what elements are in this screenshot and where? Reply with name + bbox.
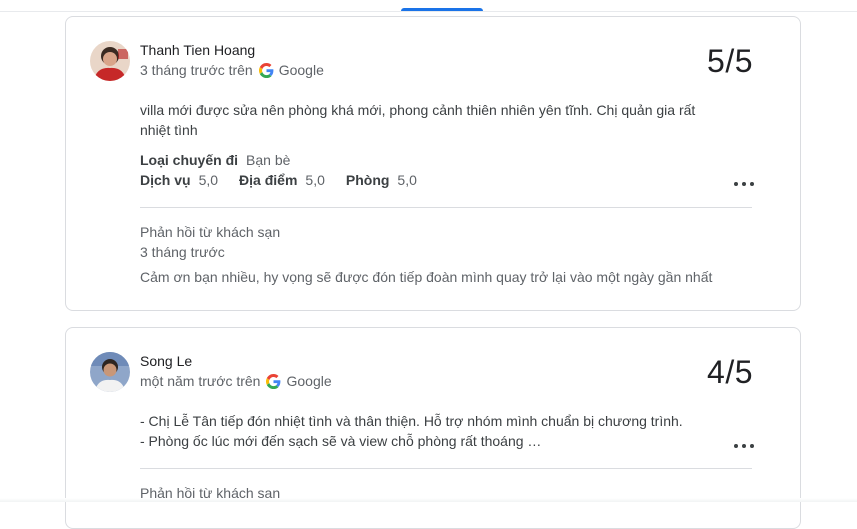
reviewer-name[interactable]: Song Le	[140, 353, 192, 369]
divider	[140, 207, 752, 208]
rating-value: 5,0	[397, 172, 417, 188]
more-horiz-icon[interactable]	[734, 443, 754, 449]
review-meta: một năm trước trên Google	[140, 373, 332, 389]
review-text-line: - Phòng ốc lúc mới đến sạch sẽ và view c…	[140, 433, 542, 449]
review-text-line: - Chị Lễ Tân tiếp đón nhiệt tình và thân…	[140, 413, 683, 429]
sub-ratings: Dịch vụ 5,0 Địa điểm 5,0 Phòng 5,0	[140, 170, 438, 190]
rating-label: Địa điểm	[239, 172, 298, 188]
review-time: 3 tháng trước trên	[140, 62, 253, 78]
rating-value: 5,0	[305, 172, 325, 188]
rating-label: Dịch vụ	[140, 172, 191, 188]
trip-type: Loại chuyến đi Bạn bè	[140, 150, 290, 170]
avatar[interactable]	[90, 41, 130, 81]
review-score: 5/5	[707, 43, 753, 79]
response-time: 3 tháng trước	[140, 244, 225, 260]
review-source: Google	[278, 62, 324, 78]
review-time: một năm trước trên	[140, 373, 261, 389]
active-tab-indicator	[401, 8, 483, 11]
rating-label: Phòng	[345, 172, 390, 188]
review-text: villa mới được sửa nên phòng khá mới, ph…	[140, 102, 696, 138]
review-score: 4/5	[707, 354, 753, 390]
review-card: Thanh Tien Hoang 3 tháng trước trên Goog…	[65, 16, 801, 311]
reviewer-name[interactable]: Thanh Tien Hoang	[140, 42, 255, 58]
divider	[140, 468, 752, 469]
google-icon	[258, 62, 274, 78]
response-title: Phản hồi từ khách sạn	[140, 224, 281, 240]
review-meta: 3 tháng trước trên Google	[140, 62, 324, 78]
avatar[interactable]	[90, 352, 130, 392]
more-horiz-icon[interactable]	[734, 181, 754, 187]
bottom-shadow	[0, 498, 857, 502]
response-text: Cảm ơn bạn nhiều, hy vọng sẽ được đón ti…	[140, 269, 713, 285]
google-icon	[266, 373, 281, 389]
rating-value: 5,0	[198, 172, 219, 188]
tabs-bottom-border	[0, 11, 857, 12]
review-source: Google	[286, 373, 332, 389]
trip-type-value: Bạn bè	[246, 152, 291, 168]
trip-type-label: Loại chuyến đi	[140, 152, 239, 168]
review-text: - Chị Lễ Tân tiếp đón nhiệt tình và thân…	[140, 411, 710, 451]
